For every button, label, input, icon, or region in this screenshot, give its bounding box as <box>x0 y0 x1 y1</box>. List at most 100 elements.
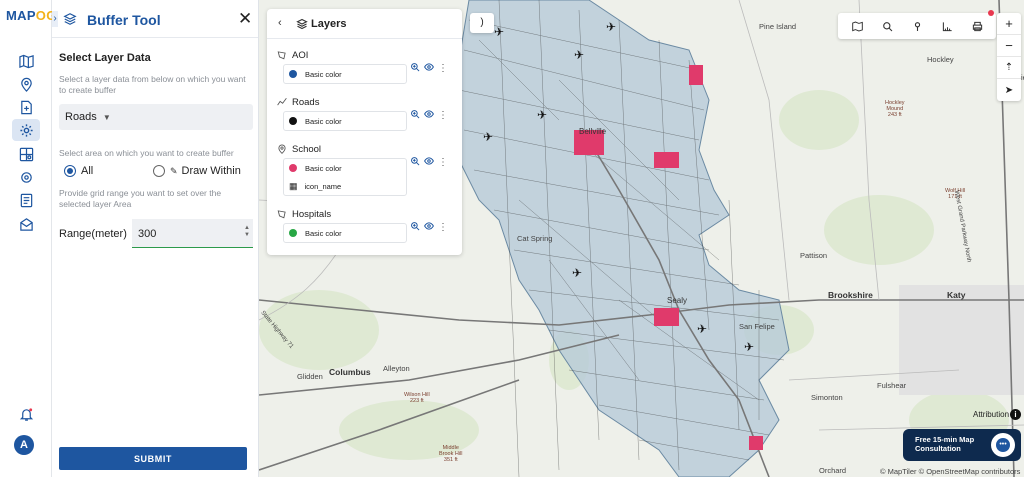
grid-hint: Provide grid range you want to set over … <box>59 188 222 209</box>
zoom-controls: + − ⇡ ➤ <box>997 13 1021 101</box>
place-san-felipe: San Felipe <box>739 322 775 331</box>
radio-draw-label: Draw Within <box>181 165 241 177</box>
place-bellville: Bellville <box>579 127 607 136</box>
layer-controls: ⋮ <box>410 153 452 171</box>
bell-icon[interactable] <box>12 403 40 425</box>
layer-legend: Basic color <box>283 111 407 131</box>
range-label: Range(meter) <box>59 228 127 240</box>
map-analysis-icon[interactable] <box>12 143 40 165</box>
layers-panel: ‹ Layers AOI Basic color ⋮ Roads Basic c… <box>267 9 462 255</box>
polyline-icon <box>277 97 287 106</box>
radio-all-label: All <box>81 165 94 177</box>
legend-label: Basic color <box>305 116 342 126</box>
zoom-out-button[interactable]: − <box>997 35 1021 57</box>
settings-cog-icon[interactable] <box>12 166 40 188</box>
zoom-in-button[interactable]: + <box>997 13 1021 35</box>
visibility-eye-icon[interactable] <box>424 106 434 124</box>
place-glidden: Glidden <box>297 372 323 381</box>
zoom-to-layer-icon[interactable] <box>410 153 420 171</box>
icon-rail: MAPOG A <box>0 0 56 477</box>
plane-icon: ✈ <box>572 266 583 280</box>
place-hockley-mound: Hockley Mound 243 ft <box>885 100 905 118</box>
avatar[interactable]: A <box>14 435 34 455</box>
more-options-icon[interactable]: ⋮ <box>438 157 448 168</box>
measure-icon[interactable] <box>942 21 953 32</box>
place-orchard: Orchard <box>819 466 847 475</box>
map-toolbar <box>838 13 996 39</box>
plane-icon: ✈ <box>697 322 708 336</box>
compass-icon[interactable]: ⇡ <box>997 57 1021 79</box>
layer-name: AOI <box>292 50 309 61</box>
plane-icon: ✈ <box>606 20 617 34</box>
submit-button[interactable]: SUBMIT <box>59 447 247 470</box>
map-copyright[interactable]: © MapTiler © OpenStreetMap contributors <box>880 467 1020 476</box>
legend-label: Basic color <box>305 228 342 238</box>
map-view-icon[interactable] <box>851 21 863 32</box>
more-options-icon[interactable]: ⋮ <box>438 110 448 121</box>
attribution-label[interactable]: Attribution <box>973 410 1009 419</box>
info-icon[interactable]: i <box>1010 409 1021 420</box>
point-pin-icon <box>278 144 286 154</box>
zoom-to-layer-icon[interactable] <box>410 59 420 77</box>
range-input[interactable]: 300 ▲ ▼ <box>132 219 253 248</box>
zoom-to-layer-icon[interactable] <box>410 218 420 236</box>
radio-draw-indicator[interactable] <box>153 165 165 177</box>
spinner-icon[interactable]: ▲ ▼ <box>244 225 250 239</box>
app-root: MAPOG A › Buffer Tool ✕ Select Layer Dat… <box>0 0 1024 477</box>
place-sealy: Sealy <box>667 296 688 305</box>
share-map-icon[interactable] <box>12 213 40 235</box>
legend-label: Basic color <box>305 69 342 79</box>
color-swatch <box>289 117 297 125</box>
radio-draw-within[interactable]: ✎ Draw Within <box>153 165 241 177</box>
place-wilson-hill: Wilson Hill 223 ft <box>404 392 430 404</box>
layer-controls: ⋮ <box>410 59 452 77</box>
gear-icon[interactable] <box>12 119 40 141</box>
location-marker-icon[interactable] <box>912 21 923 32</box>
map-panel-toggle[interactable]: ) <box>470 13 494 33</box>
layer-name: School <box>292 144 322 155</box>
zoom-to-layer-icon[interactable] <box>410 106 420 124</box>
logo: MAPOG <box>6 8 57 23</box>
place-middle-brook-hill: Middle Brook Hill 351 ft <box>439 445 463 463</box>
add-file-icon[interactable] <box>12 96 40 118</box>
location-pin-icon[interactable] <box>12 73 40 95</box>
plane-icon: ✈ <box>483 130 494 144</box>
place-pattison: Pattison <box>800 251 828 260</box>
navigate-arrow-icon[interactable]: ➤ <box>997 79 1021 101</box>
place-simonton: Simonton <box>811 393 843 402</box>
layers-icon <box>296 18 308 30</box>
print-icon[interactable] <box>972 21 983 32</box>
color-swatch <box>289 164 297 172</box>
layer-controls: ⋮ <box>410 218 452 236</box>
place-fulshear: Fulshear <box>877 381 907 390</box>
chat-button[interactable]: ••• <box>991 433 1015 457</box>
plane-icon: ✈ <box>744 340 755 354</box>
polygon-icon <box>277 210 286 219</box>
search-icon[interactable] <box>882 21 893 32</box>
more-options-icon[interactable]: ⋮ <box>438 222 448 233</box>
color-swatch <box>289 70 297 78</box>
layer-name: Hospitals <box>292 209 332 220</box>
school-building-icon: ▦ <box>289 180 298 191</box>
map-icon[interactable] <box>12 50 40 72</box>
layers-stack-icon <box>63 13 77 25</box>
layer-select-value: Roads <box>65 111 97 123</box>
report-icon[interactable] <box>12 189 40 211</box>
radio-all[interactable]: All <box>64 165 93 177</box>
chevron-left-icon[interactable]: ‹ <box>278 17 282 29</box>
place-brookshire: Brookshire <box>828 290 873 300</box>
place-hockley: Hockley <box>927 55 954 64</box>
close-icon[interactable]: ✕ <box>238 9 252 29</box>
layer-select[interactable]: Roads ▼ <box>59 104 253 130</box>
more-options-icon[interactable]: ⋮ <box>438 63 448 74</box>
visibility-eye-icon[interactable] <box>424 218 434 236</box>
polygon-icon <box>277 51 286 60</box>
visibility-eye-icon[interactable] <box>424 153 434 171</box>
layer-name: Roads <box>292 97 320 108</box>
area-hint: Select area on which you want to create … <box>59 148 234 158</box>
visibility-eye-icon[interactable] <box>424 59 434 77</box>
radio-all-indicator[interactable] <box>64 165 76 177</box>
collapse-panel-icon[interactable]: › <box>52 11 58 27</box>
place-columbus: Columbus <box>329 367 371 377</box>
pencil-icon: ✎ <box>170 165 178 176</box>
